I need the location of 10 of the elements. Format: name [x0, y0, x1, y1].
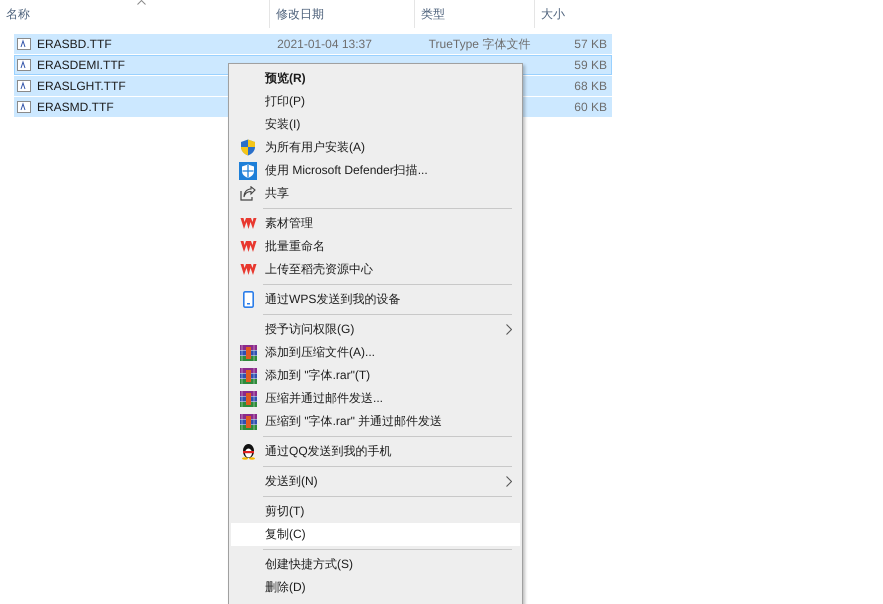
size-text: 68 KB	[574, 79, 607, 93]
file-name: ERASBD.TTF	[37, 37, 112, 51]
size-text: 59 KB	[574, 58, 607, 72]
size-text: 60 KB	[574, 100, 607, 114]
date-text: 2021-01-04 13:37	[277, 37, 372, 51]
file-name: ERASLGHT.TTF	[37, 79, 126, 93]
size-text: 57 KB	[574, 37, 607, 51]
file-name: ERASMD.TTF	[37, 100, 114, 114]
type-text: TrueType 字体文件	[428, 36, 530, 52]
file-name: ERASDEMI.TTF	[37, 58, 126, 72]
